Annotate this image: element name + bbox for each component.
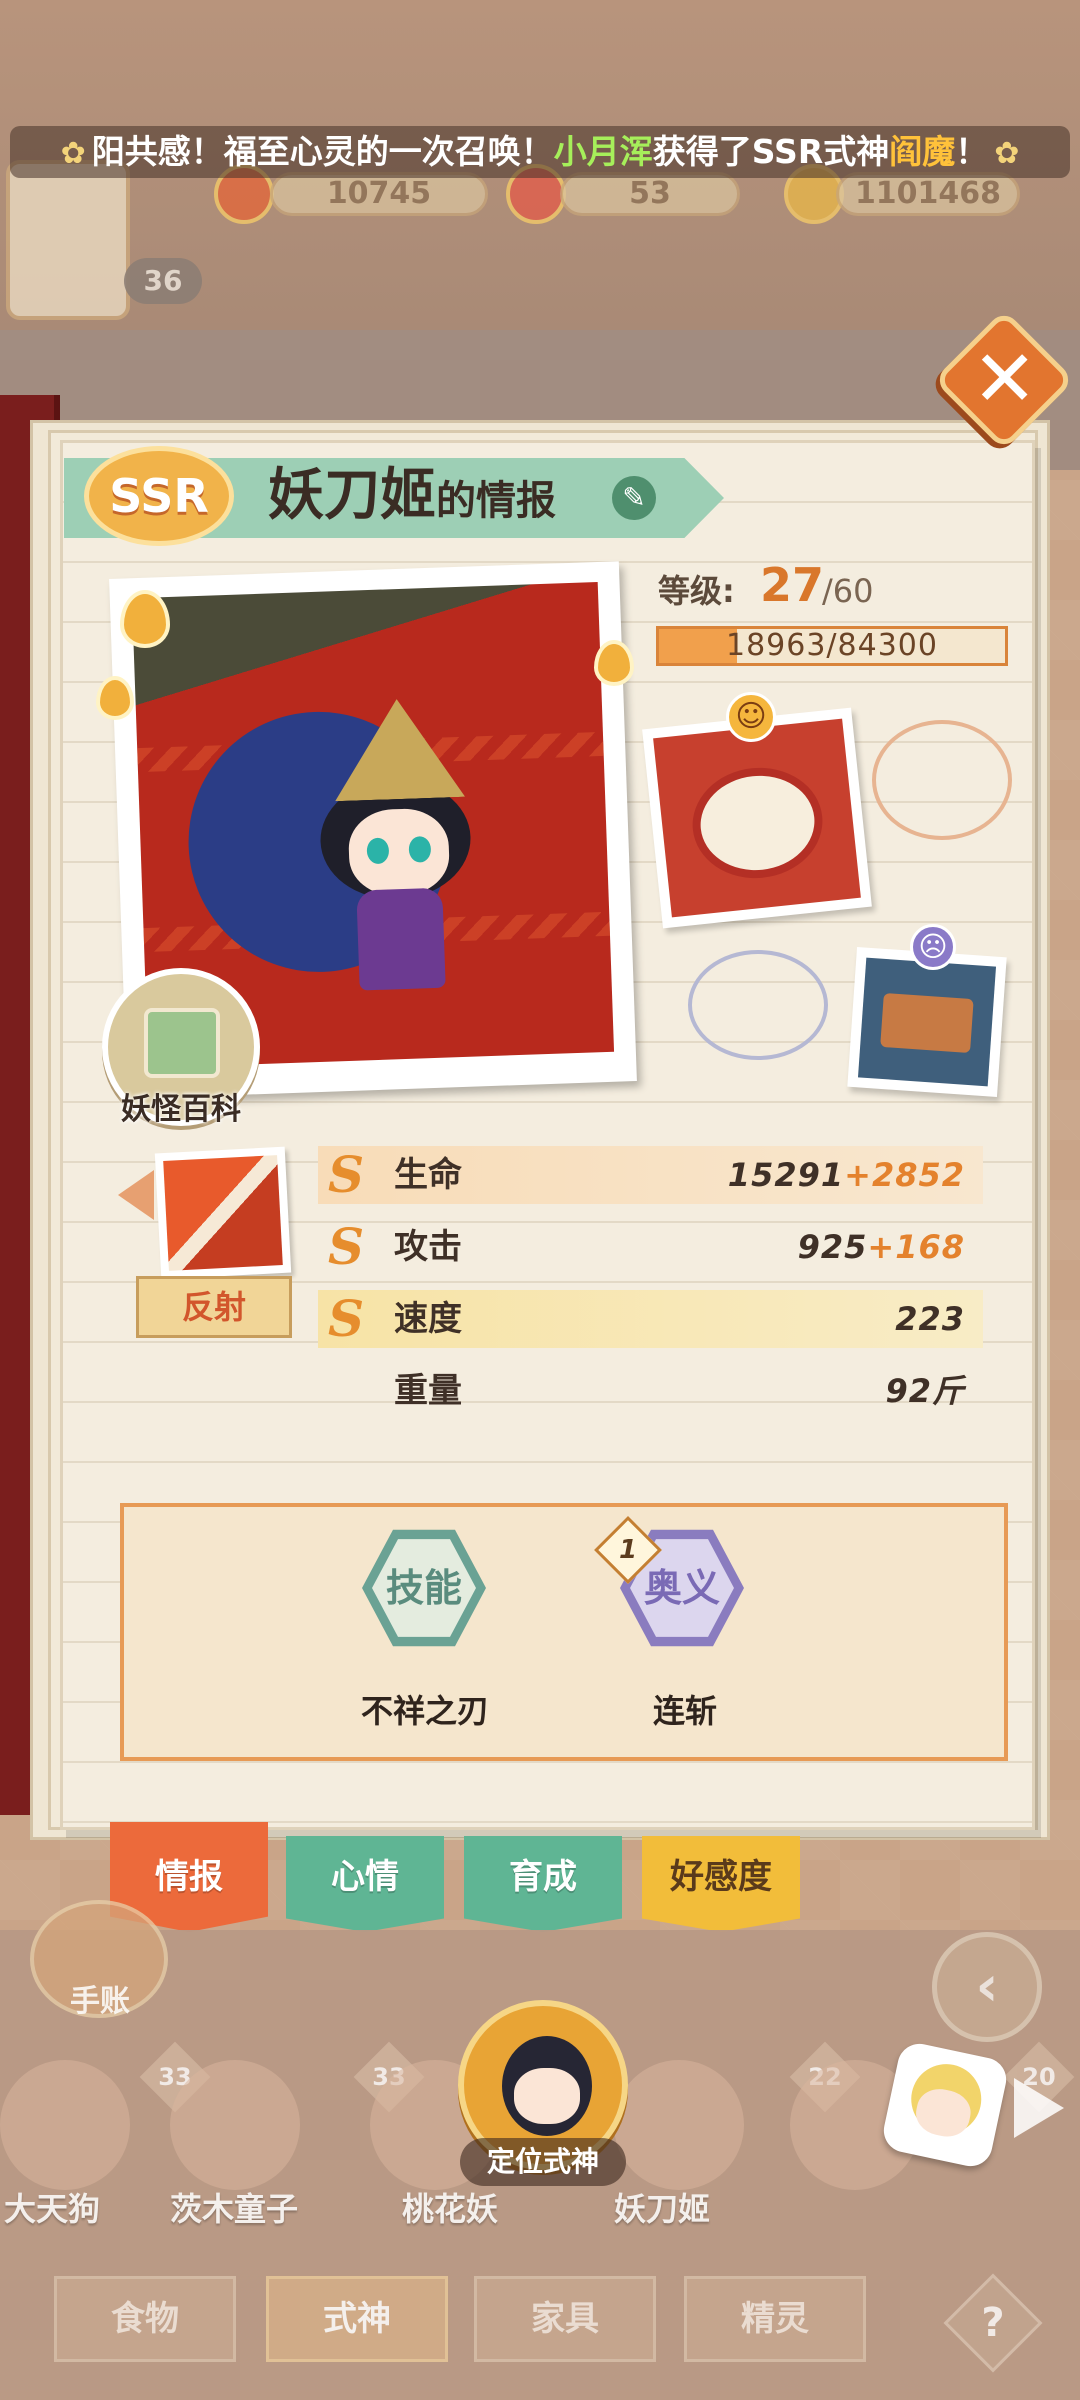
notebook-label: 手账 [70, 1984, 130, 2019]
stat-name: 重量 [394, 1371, 462, 1411]
jade-counter: 53 [560, 172, 740, 216]
stat-name: 生命 [394, 1155, 462, 1195]
flower-icon: ✿ [994, 136, 1020, 171]
grade-s-icon: S [328, 1217, 365, 1276]
previous-page-button[interactable]: ‹ [932, 1932, 1042, 2042]
happy-sketch-icon [872, 720, 1012, 840]
stat-base: 223 [895, 1300, 965, 1338]
character-face [347, 807, 451, 897]
stat-value: 223 [895, 1290, 965, 1348]
locate-shikigami-label: 定位式神 [460, 2138, 626, 2186]
character-face [514, 2068, 580, 2124]
shikigami-name: 妖刀姬 [268, 463, 436, 528]
tab-affection[interactable]: 好感度 [642, 1836, 800, 1932]
player-level-badge: 36 [124, 258, 202, 304]
happy-face-icon: ☺ [726, 692, 776, 742]
stat-row-weight: 重量 92斤 [318, 1362, 983, 1420]
stat-row-speed: S 速度 223 [318, 1290, 983, 1348]
type-card[interactable] [154, 1146, 292, 1280]
fish-icon [880, 992, 974, 1054]
stat-name: 速度 [394, 1299, 462, 1339]
roster-character[interactable] [0, 2060, 130, 2190]
exp-text: 18963/84300 [726, 628, 938, 663]
tab-training[interactable]: 育成 [464, 1836, 622, 1932]
banner-shikigami: 阎魔 [889, 132, 956, 171]
banner-suffix: ！ [955, 132, 989, 171]
stat-value: 15291+2852 [728, 1146, 965, 1204]
ougi-name: 连斩 [652, 1692, 717, 1730]
level-max: /60 [822, 572, 874, 610]
level-label: 等级: [658, 572, 735, 610]
announcement-banner: ✿ 阳共感！福至心灵的一次召唤！小月浑获得了SSR式神阎魔！ ✿ [10, 126, 1070, 178]
coin-counter: 1101468 [836, 172, 1020, 216]
roster-character[interactable] [614, 2060, 744, 2190]
stat-base: 925 [797, 1228, 868, 1266]
stat-value: 925+168 [798, 1218, 965, 1276]
page-title: 妖刀姬的情报 [268, 454, 556, 538]
stat-row-hp: S 生命 15291+2852 [318, 1146, 983, 1204]
type-label: 反射 [136, 1276, 292, 1338]
edit-icon[interactable]: ✎ [612, 476, 656, 520]
exp-bar: 18963/84300 [656, 626, 1008, 666]
roster-name: 大天狗 [4, 2190, 101, 2228]
fire-icon [96, 676, 134, 720]
help-icon: ? [981, 2300, 1005, 2346]
roster-name: 妖刀姬 [614, 2190, 711, 2228]
banner-player: 小月浑 [553, 132, 653, 171]
banner-prefix: 阳共感！福至心灵的一次召唤！ [91, 132, 554, 171]
stat-bonus: +168 [867, 1228, 965, 1266]
category-furniture[interactable]: 家具 [474, 2276, 656, 2362]
category-shikigami[interactable]: 式神 [266, 2276, 448, 2362]
grade-s-icon: S [328, 1145, 365, 1204]
banner-middle: 获得了SSR式神 [652, 132, 890, 171]
flower-icon: ✿ [60, 136, 86, 171]
roster-name: 桃花妖 [402, 2190, 499, 2228]
sad-face-icon: ☹ [910, 924, 956, 970]
character-body [356, 887, 446, 991]
next-character-avatar[interactable] [879, 2039, 1011, 2171]
gold-counter: 10745 [270, 172, 488, 216]
stat-name: 攻击 [394, 1227, 462, 1267]
fire-icon [594, 640, 634, 686]
player-avatar[interactable] [6, 160, 130, 320]
stat-base: 15291 [727, 1156, 845, 1194]
close-icon: ✕ [972, 334, 1038, 425]
tab-mood[interactable]: 心情 [286, 1836, 444, 1932]
rarity-badge: SSR [84, 446, 234, 546]
encyclopedia-label: 妖怪百科 [121, 1092, 241, 1127]
stat-row-attack: S 攻击 925+168 [318, 1218, 983, 1276]
ougi-count: 1 [618, 1535, 638, 1565]
grade-s-icon: S [328, 1289, 365, 1348]
title-suffix: 的情报 [436, 478, 556, 524]
skill-name: 不祥之刃 [360, 1692, 489, 1730]
category-food[interactable]: 食物 [54, 2276, 236, 2362]
roster-name: 茨木童子 [170, 2190, 299, 2228]
roster-character[interactable] [170, 2060, 300, 2190]
level-value: 27 [760, 558, 825, 612]
angry-sketch-icon [688, 950, 828, 1060]
book-icon [144, 1008, 220, 1078]
reflect-icon [163, 1155, 283, 1271]
disliked-food-card[interactable] [847, 946, 1007, 1098]
stat-bonus: +2852 [844, 1156, 965, 1194]
category-spirit[interactable]: 精灵 [684, 2276, 866, 2362]
skill-panel [120, 1503, 1008, 1761]
stat-value: 92斤 [885, 1362, 965, 1420]
stat-base: 92斤 [885, 1372, 965, 1410]
